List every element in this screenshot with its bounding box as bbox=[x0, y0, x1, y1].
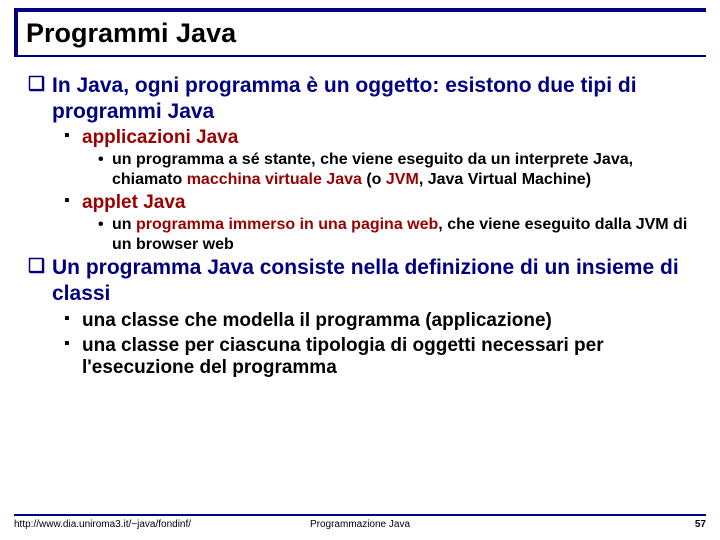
bullet-lvl2: una classe per ciascuna tipologia di ogg… bbox=[28, 335, 700, 379]
highlight-span: JVM bbox=[386, 171, 419, 188]
bullet-lvl3: un programma immerso in una pagina web, … bbox=[28, 215, 700, 254]
bullet-lvl1: Un programma Java consiste nella definiz… bbox=[28, 255, 700, 306]
highlight-span: programma immerso in una pagina web bbox=[136, 216, 438, 233]
content-area: In Java, ogni programma è un oggetto: es… bbox=[14, 73, 706, 379]
bullet-lvl2: una classe che modella il programma (app… bbox=[28, 310, 700, 332]
bullet-lvl2: applet Java bbox=[28, 192, 700, 214]
highlight-span: macchina virtuale Java bbox=[187, 171, 362, 188]
bullet-lvl1: In Java, ogni programma è un oggetto: es… bbox=[28, 73, 700, 124]
slide: Programmi Java In Java, ogni programma è… bbox=[0, 0, 720, 540]
text-span: , Java Virtual Machine) bbox=[419, 171, 591, 188]
footer-title: Programmazione Java bbox=[310, 519, 410, 530]
page-number: 57 bbox=[695, 519, 706, 530]
bullet-lvl2: applicazioni Java bbox=[28, 127, 700, 149]
text-span: un bbox=[112, 216, 136, 233]
slide-title: Programmi Java bbox=[26, 18, 706, 49]
footer-url: http://www.dia.uniroma3.it/~java/fondinf… bbox=[14, 519, 191, 530]
text-span: (o bbox=[362, 171, 386, 188]
bullet-lvl3: un programma a sé stante, che viene eseg… bbox=[28, 150, 700, 189]
title-block: Programmi Java bbox=[14, 8, 706, 57]
footer: http://www.dia.uniroma3.it/~java/fondinf… bbox=[14, 514, 706, 530]
